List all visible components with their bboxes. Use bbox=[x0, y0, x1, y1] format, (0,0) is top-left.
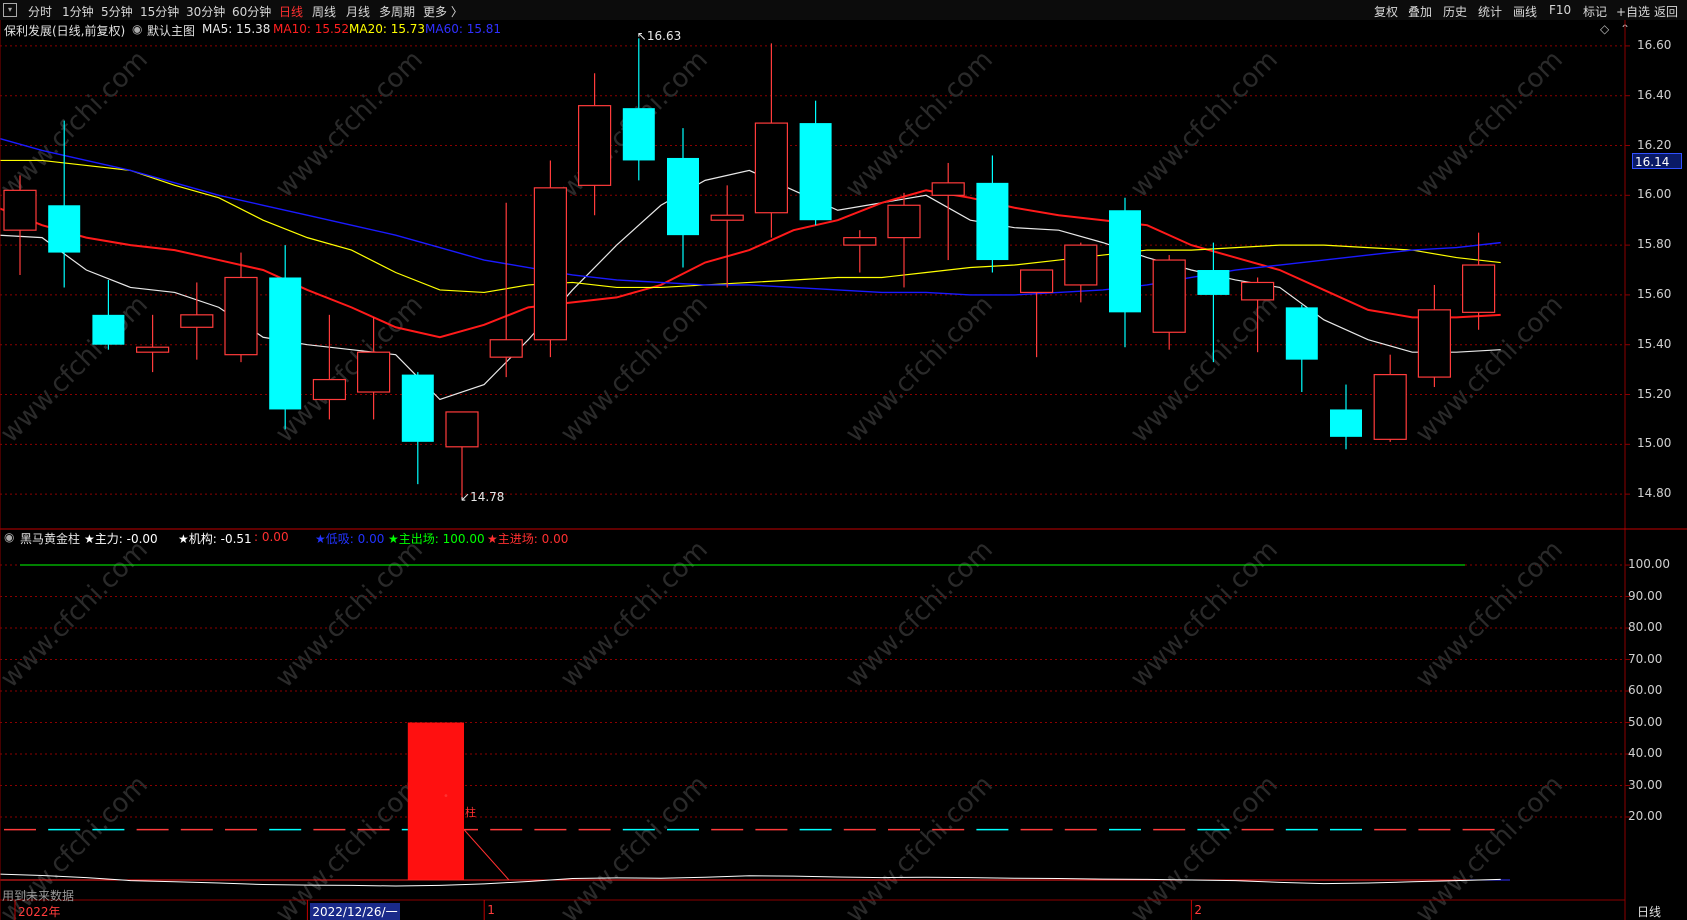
y-tick-label: 16.20 bbox=[1637, 137, 1672, 152]
candle-body bbox=[48, 205, 81, 253]
candle-body bbox=[269, 277, 302, 410]
candle-body bbox=[622, 108, 655, 161]
y-tick-label: 15.60 bbox=[1637, 286, 1672, 301]
watermark-text: www.cfchi.com bbox=[555, 535, 714, 694]
candle-body bbox=[1417, 309, 1452, 378]
watermark-text: www.cfchi.com bbox=[1125, 45, 1284, 204]
x-axis-label: 2 bbox=[1194, 903, 1203, 917]
watermark-text: www.cfchi.com bbox=[0, 535, 154, 694]
candle-body bbox=[1285, 307, 1318, 360]
sub-y-tick-label: 60.00 bbox=[1628, 683, 1663, 698]
sub-y-tick-label: 40.00 bbox=[1628, 746, 1663, 761]
watermark-text: www.cfchi.com bbox=[840, 535, 999, 694]
watermark-text: www.cfchi.com bbox=[840, 290, 999, 449]
y-tick-label: 15.80 bbox=[1637, 237, 1672, 252]
watermark-text: www.cfchi.com bbox=[270, 535, 429, 694]
candle-body bbox=[754, 122, 789, 214]
watermark-text: www.cfchi.com bbox=[840, 45, 999, 204]
y-tick-label: 15.00 bbox=[1637, 436, 1672, 451]
watermark-text: www.cfchi.com bbox=[270, 770, 429, 920]
y-tick-label: 16.60 bbox=[1637, 37, 1672, 52]
watermark-text: www.cfchi.com bbox=[555, 290, 714, 449]
y-tick-label: 16.00 bbox=[1637, 187, 1672, 202]
candle-body bbox=[799, 123, 832, 221]
y-tick-label: 16.40 bbox=[1637, 87, 1672, 102]
sub-y-tick-label: 70.00 bbox=[1628, 651, 1663, 666]
bar-tail-line bbox=[463, 829, 510, 881]
candle-body bbox=[710, 214, 744, 221]
sub-y-tick-label: 20.00 bbox=[1628, 809, 1663, 823]
y-tick-label: 15.20 bbox=[1637, 386, 1672, 401]
future-data-note: 用到未来数据 bbox=[2, 889, 75, 903]
watermark-text: www.cfchi.com bbox=[1125, 290, 1284, 449]
y-tick-label: 15.40 bbox=[1637, 336, 1672, 351]
candle-body bbox=[357, 351, 391, 393]
bottom-period-tab[interactable]: 日线 bbox=[1637, 903, 1661, 920]
x-axis-label: 2022/12/26/一 bbox=[310, 903, 400, 920]
candle-body bbox=[1373, 373, 1407, 440]
candle-body bbox=[1152, 259, 1186, 333]
ma60-line bbox=[0, 137, 1501, 296]
candle-body bbox=[577, 105, 612, 186]
bar-label: 柱 bbox=[465, 806, 476, 820]
candle-body bbox=[1240, 281, 1275, 301]
y-tick-label: 14.80 bbox=[1637, 486, 1672, 501]
candle-body bbox=[533, 187, 568, 341]
watermark-text: www.cfchi.com bbox=[0, 45, 154, 204]
candle-body bbox=[312, 378, 346, 401]
candle-body bbox=[1109, 210, 1141, 313]
watermark-text: www.cfchi.com bbox=[1125, 770, 1284, 920]
candle-body bbox=[887, 204, 921, 239]
candle-body bbox=[1330, 409, 1362, 437]
sub-y-tick-label: 90.00 bbox=[1628, 588, 1663, 603]
watermark-text: www.cfchi.com bbox=[840, 770, 999, 920]
candle-body bbox=[401, 374, 434, 442]
candle-body bbox=[92, 314, 125, 345]
candle-body bbox=[667, 157, 699, 236]
low-price-label: ↙14.78 bbox=[460, 490, 505, 505]
candle-body bbox=[843, 237, 877, 246]
sub-y-tick-label: 50.00 bbox=[1628, 714, 1663, 729]
candle-body bbox=[1064, 244, 1098, 286]
watermark-text: www.cfchi.com bbox=[0, 290, 154, 449]
sub-y-tick-label: 100.00 bbox=[1628, 557, 1670, 572]
candle-body bbox=[931, 182, 965, 196]
watermark-text: www.cfchi.com bbox=[1410, 535, 1569, 694]
candle-body bbox=[3, 189, 37, 231]
watermark-text: www.cfchi.com bbox=[1125, 535, 1284, 694]
watermark-text: www.cfchi.com bbox=[555, 770, 714, 920]
candle-body bbox=[489, 339, 523, 358]
kline-chart[interactable]: www.cfchi.com www.cfchi.com www.cfchi.com w… bbox=[0, 0, 1687, 920]
sub-y-tick-label: 80.00 bbox=[1628, 620, 1663, 635]
candle-body bbox=[1019, 269, 1054, 294]
candle-body bbox=[180, 314, 214, 328]
watermark-text: www.cfchi.com bbox=[1410, 770, 1569, 920]
candle-body bbox=[1197, 270, 1230, 295]
watermark-text: www.cfchi.com bbox=[270, 45, 429, 204]
high-price-label: ↖16.63 bbox=[636, 29, 682, 44]
candle-body bbox=[136, 346, 170, 353]
candle-body bbox=[224, 276, 258, 356]
ma20-line bbox=[0, 159, 1501, 294]
current-price-tag: 16.14 bbox=[1632, 153, 1682, 169]
candle-body bbox=[445, 411, 479, 448]
x-axis-label: 2022年 bbox=[18, 905, 61, 919]
sub-y-tick-label: 30.00 bbox=[1628, 777, 1663, 792]
x-axis-label: 1 bbox=[487, 903, 495, 917]
bar-star-icon: • bbox=[443, 791, 449, 802]
candle-body bbox=[976, 182, 1009, 261]
watermark-text: www.cfchi.com bbox=[1410, 45, 1569, 204]
candle-body bbox=[1461, 264, 1496, 313]
golden-pillar-bar bbox=[407, 722, 464, 880]
